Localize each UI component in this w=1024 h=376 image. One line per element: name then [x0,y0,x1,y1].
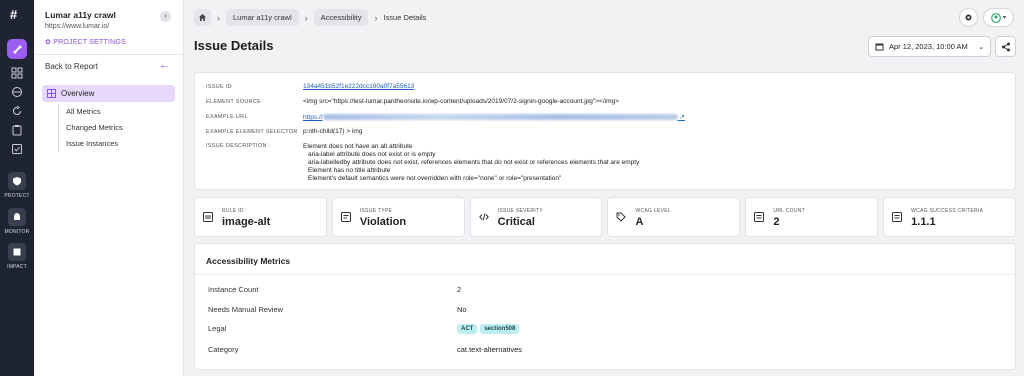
arrow-left-icon[interactable]: ← [159,59,170,71]
chevron-right-icon: › [217,12,220,23]
metric-value: cat.text-alternatives [457,345,523,354]
metric-card-wcag-level: WCAG LEVEL A [607,197,741,237]
legal-tags: ACT section508 [457,323,522,334]
metric-key: Category [208,345,239,354]
clipboard-icon[interactable] [11,124,23,136]
external-link-icon: ↗ [679,114,685,121]
sidebar-item-overview[interactable]: Overview [42,85,175,102]
rail-protect[interactable]: PROTECT [3,172,31,199]
divider [58,103,59,152]
element-source-value: <img src="https://test-lumar.pantheonsit… [303,98,619,105]
home-icon[interactable] [194,9,211,26]
sidebar-item-all-metrics[interactable]: All Metrics [66,107,101,116]
rail-monitor[interactable]: MONITOR [3,208,31,235]
divider [195,274,1017,275]
issue-id-link[interactable]: 134a451b52f1e222dcc190a0f7a55613 [303,83,414,90]
project-settings-link[interactable]: ✿ PROJECT SETTINGS [45,38,126,46]
barcode-icon [203,212,213,222]
metric-cards: RULE ID image-alt ISSUE TYPE Violation I… [194,197,1016,237]
back-to-report-link[interactable]: Back to Report [45,62,98,71]
main-content: › Lumar a11y crawl › Accessibility › Iss… [184,0,1024,376]
top-actions: ▾ [959,8,1014,27]
accessibility-metrics-card: Accessibility Metrics Instance Count 2 N… [194,243,1017,370]
date-picker[interactable]: Apr 12, 2023, 10:00 AM ⌄ [868,36,991,57]
selector-label: EXAMPLE ELEMENT SELECTOR [206,129,298,135]
monitor-icon [8,208,26,226]
metric-card-issue-type: ISSUE TYPE Violation [331,197,465,237]
metric-key: Needs Manual Review [208,305,284,314]
app-logo[interactable]: # [10,7,17,22]
metric-card-rule-id: RULE ID image-alt [194,197,327,237]
grid-icon [47,89,56,98]
list-icon [892,212,903,222]
checklist-icon[interactable] [11,143,23,155]
metric-value: 2 [457,285,462,294]
breadcrumb: › Lumar a11y crawl › Accessibility › Iss… [194,9,426,26]
metric-card-issue-severity: ISSUE SEVERITY Critical [469,197,603,237]
share-icon [1001,42,1010,51]
chevron-right-icon: › [304,12,308,23]
breadcrumb-current: Issue Details [383,13,427,22]
project-name: Lumar a11y crawl [45,10,116,20]
description-label: ISSUE DESCRIPTION [206,143,267,149]
metric-key: Legal [208,324,227,333]
dashboard-icon[interactable] [11,67,23,79]
breadcrumb-project[interactable]: Lumar a11y crawl [226,9,299,26]
document-icon [340,212,351,222]
link-icon [12,44,22,54]
metric-card-url-count: URL COUNT 2 [745,197,879,237]
section-title: Accessibility Metrics [206,256,291,266]
selector-value: p:nth-child(17) > img [303,128,363,135]
chevron-right-icon: › [374,12,378,23]
metric-card-wcag-success-criteria: WCAG SUCCESS CRITERIA 1.1.1 [883,197,1016,237]
issue-details-card: ISSUE ID 134a451b52f1e222dcc190a0f7a5561… [194,72,1016,190]
rail-impact[interactable]: IMPACT [3,243,31,270]
metric-key: Instance Count [208,285,259,294]
breadcrumb-accessibility[interactable]: Accessibility [313,9,369,26]
impact-icon [8,243,26,261]
page-title: Issue Details [194,38,274,53]
globe-icon[interactable] [11,86,23,98]
sidebar-item-issue-instances[interactable]: Issue Instances [66,139,118,148]
metric-value: No [457,305,467,314]
shield-icon [8,172,26,190]
element-source-label: ELEMENT SOURCE [206,99,262,105]
redacted-url [322,114,678,121]
tag-badge: ACT [457,324,478,334]
sidebar: Lumar a11y crawl https://www.lumar.io/ ›… [34,0,184,376]
app-rail: # PROTECT MONITOR IMPACT [0,0,34,376]
divider [34,54,184,55]
list-icon [754,212,765,222]
share-button[interactable] [995,36,1016,57]
projects-nav-button[interactable] [7,39,27,59]
date-value: Apr 12, 2023, 10:00 AM [889,42,968,51]
example-url-link[interactable]: https:// ↗ [303,113,685,121]
settings-button[interactable] [959,8,978,27]
chevron-down-icon: ▾ [1002,15,1006,21]
sidebar-item-changed-metrics[interactable]: Changed Metrics [66,123,123,132]
calendar-icon [875,43,884,51]
tag-badge: section508 [480,324,520,334]
issue-description: Element does not have an alt attribute a… [303,143,640,182]
avatar [991,12,1001,23]
gear-icon [965,14,972,21]
refresh-icon[interactable] [11,105,23,117]
chevron-down-icon: ⌄ [978,43,984,51]
gear-icon: ✿ [45,39,54,46]
code-icon [478,213,489,221]
chevron-right-icon[interactable]: › [160,11,171,22]
example-url-label: EXAMPLE URL [206,114,248,120]
issue-id-label: ISSUE ID [206,84,232,90]
user-menu-button[interactable]: ▾ [983,8,1014,27]
tag-icon [616,212,627,222]
project-url: https://www.lumar.io/ [45,23,110,30]
